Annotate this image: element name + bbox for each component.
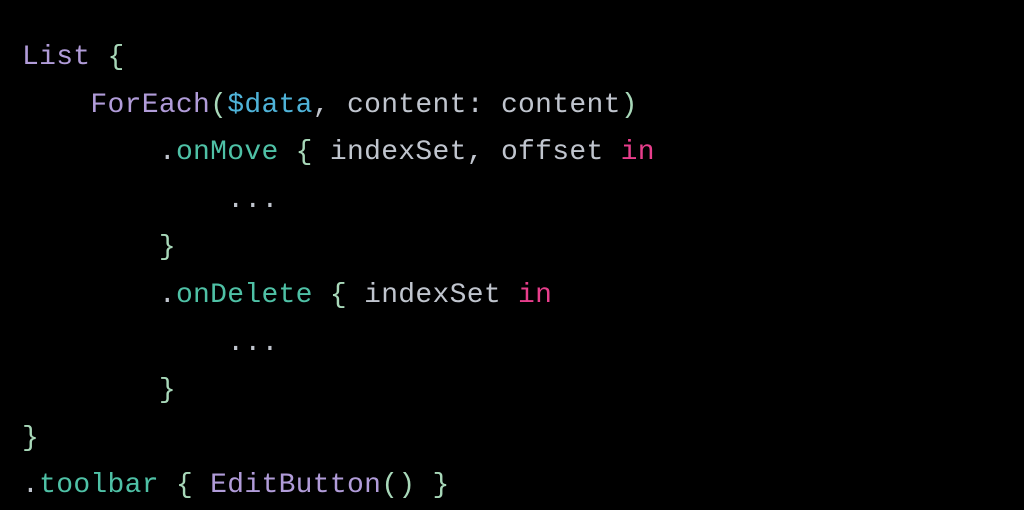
close-brace: } — [159, 375, 176, 406]
type-editbutton: EditButton — [210, 470, 381, 501]
open-brace: { — [176, 470, 193, 501]
method-ondelete: onDelete — [176, 280, 313, 311]
ellipsis: ... — [227, 185, 278, 216]
close-paren: ) — [621, 90, 638, 121]
close-brace: } — [159, 232, 176, 263]
dot: . — [159, 280, 176, 311]
close-brace: } — [22, 423, 39, 454]
param-label: content — [347, 90, 467, 121]
open-brace: { — [108, 42, 125, 73]
colon: : — [467, 90, 484, 121]
ellipsis: ... — [227, 328, 278, 359]
keyword-in: in — [518, 280, 552, 311]
param-offset: offset — [501, 137, 604, 168]
open-brace: { — [330, 280, 347, 311]
param-indexset: indexSet — [330, 137, 467, 168]
open-paren: ( — [210, 90, 227, 121]
close-brace: } — [433, 470, 450, 501]
close-paren: ) — [398, 470, 415, 501]
dot: . — [159, 137, 176, 168]
type-foreach: ForEach — [90, 90, 210, 121]
dot: . — [22, 470, 39, 501]
open-brace: { — [296, 137, 313, 168]
comma: , — [467, 137, 484, 168]
keyword-in: in — [621, 137, 655, 168]
code-block: List { ForEach($data, content: content) … — [22, 34, 1002, 510]
method-toolbar: toolbar — [39, 470, 159, 501]
type-list: List — [22, 42, 90, 73]
param-value: content — [501, 90, 621, 121]
param-indexset: indexSet — [364, 280, 501, 311]
binding-data: $data — [227, 90, 313, 121]
method-onmove: onMove — [176, 137, 279, 168]
comma: , — [313, 90, 330, 121]
open-paren: ( — [381, 470, 398, 501]
